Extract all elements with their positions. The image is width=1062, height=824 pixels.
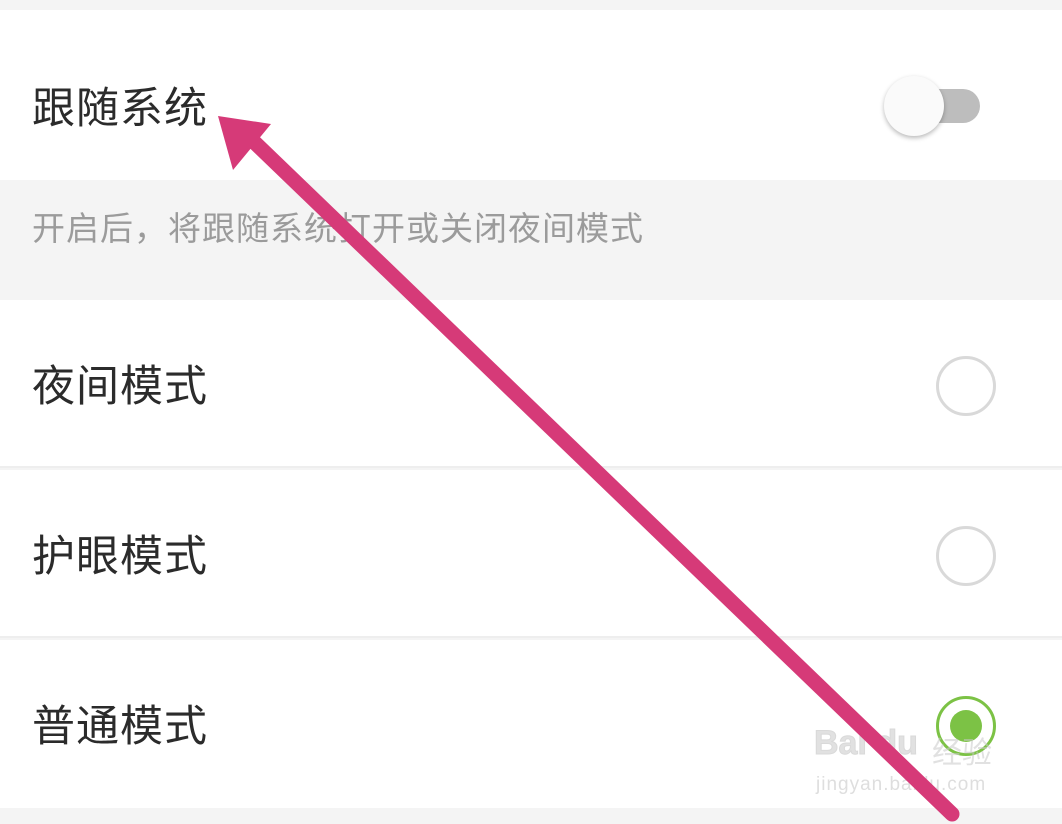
- follow-system-row[interactable]: 跟随系统: [0, 10, 1062, 180]
- mode-row-normal[interactable]: 普通模式: [0, 640, 1062, 808]
- mode-label-eye-care: 护眼模式: [32, 532, 208, 582]
- top-spacer: [0, 0, 1062, 10]
- toggle-knob: [884, 76, 944, 136]
- night-mode-radio[interactable]: [936, 356, 996, 416]
- follow-system-toggle[interactable]: [884, 76, 984, 136]
- follow-system-description: 开启后，将跟随系统打开或关闭夜间模式: [32, 209, 644, 248]
- night-mode-settings-screen: 跟随系统 开启后，将跟随系统打开或关闭夜间模式 夜间模式 护眼模式 普通模式 B…: [0, 0, 1062, 824]
- mode-label-normal: 普通模式: [32, 702, 208, 752]
- bottom-spacer: [0, 808, 1062, 824]
- eye-care-mode-radio[interactable]: [936, 526, 996, 586]
- radio-selected-dot: [950, 710, 982, 742]
- follow-system-label: 跟随系统: [32, 84, 208, 134]
- mode-label-night: 夜间模式: [32, 362, 208, 412]
- mode-row-eye-care[interactable]: 护眼模式: [0, 470, 1062, 638]
- mode-row-night[interactable]: 夜间模式: [0, 300, 1062, 468]
- normal-mode-radio[interactable]: [936, 696, 996, 756]
